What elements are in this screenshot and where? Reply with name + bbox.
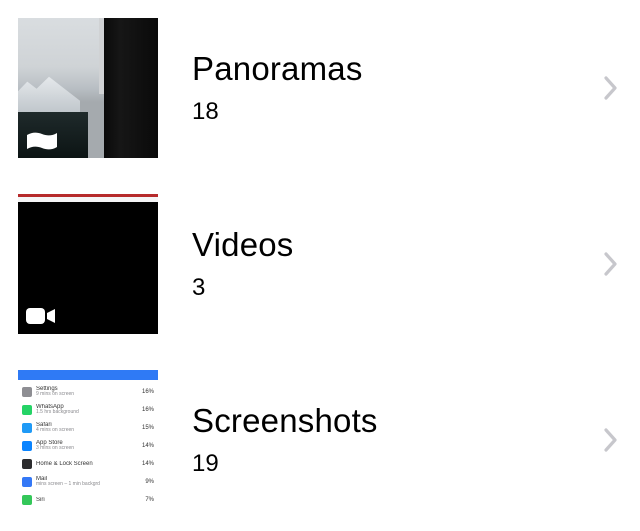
album-count: 19	[192, 450, 598, 478]
screenshot-thumb-row: Mailmins screen – 1 min backgrd9%	[22, 474, 154, 489]
chevron-right-icon	[598, 427, 628, 453]
screenshot-thumb-row: Home & Lock Screen14%	[22, 456, 154, 471]
album-title: Panoramas	[192, 50, 598, 88]
album-row-videos[interactable]: Videos 3	[0, 176, 640, 352]
album-text: Videos 3	[158, 226, 598, 302]
screenshot-thumb-row: Settings9 mins on screen16%	[22, 384, 154, 399]
album-count: 18	[192, 98, 598, 126]
panorama-icon	[26, 132, 58, 150]
album-text: Panoramas 18	[158, 50, 598, 126]
chevron-right-icon	[598, 251, 628, 277]
video-icon	[26, 306, 56, 326]
album-text: Screenshots 19	[158, 402, 598, 478]
album-row-screenshots[interactable]: Settings9 mins on screen16% WhatsApp1.5 h…	[0, 352, 640, 528]
screenshot-thumb-row: WhatsApp1.5 hrs background16%	[22, 402, 154, 417]
chevron-right-icon	[598, 75, 628, 101]
screenshot-thumb-row: Safari4 mins on screen15%	[22, 420, 154, 435]
screenshot-thumb-row: Siri7%	[22, 492, 154, 507]
album-thumbnail	[18, 18, 158, 158]
album-count: 3	[192, 274, 598, 302]
album-row-panoramas[interactable]: Panoramas 18	[0, 0, 640, 176]
album-thumbnail	[18, 194, 158, 334]
album-list: Panoramas 18 Videos 3	[0, 0, 640, 528]
album-title: Screenshots	[192, 402, 598, 440]
screenshot-thumb-row: App Store3 mins on screen14%	[22, 438, 154, 453]
album-title: Videos	[192, 226, 598, 264]
album-thumbnail: Settings9 mins on screen16% WhatsApp1.5 h…	[18, 370, 158, 510]
